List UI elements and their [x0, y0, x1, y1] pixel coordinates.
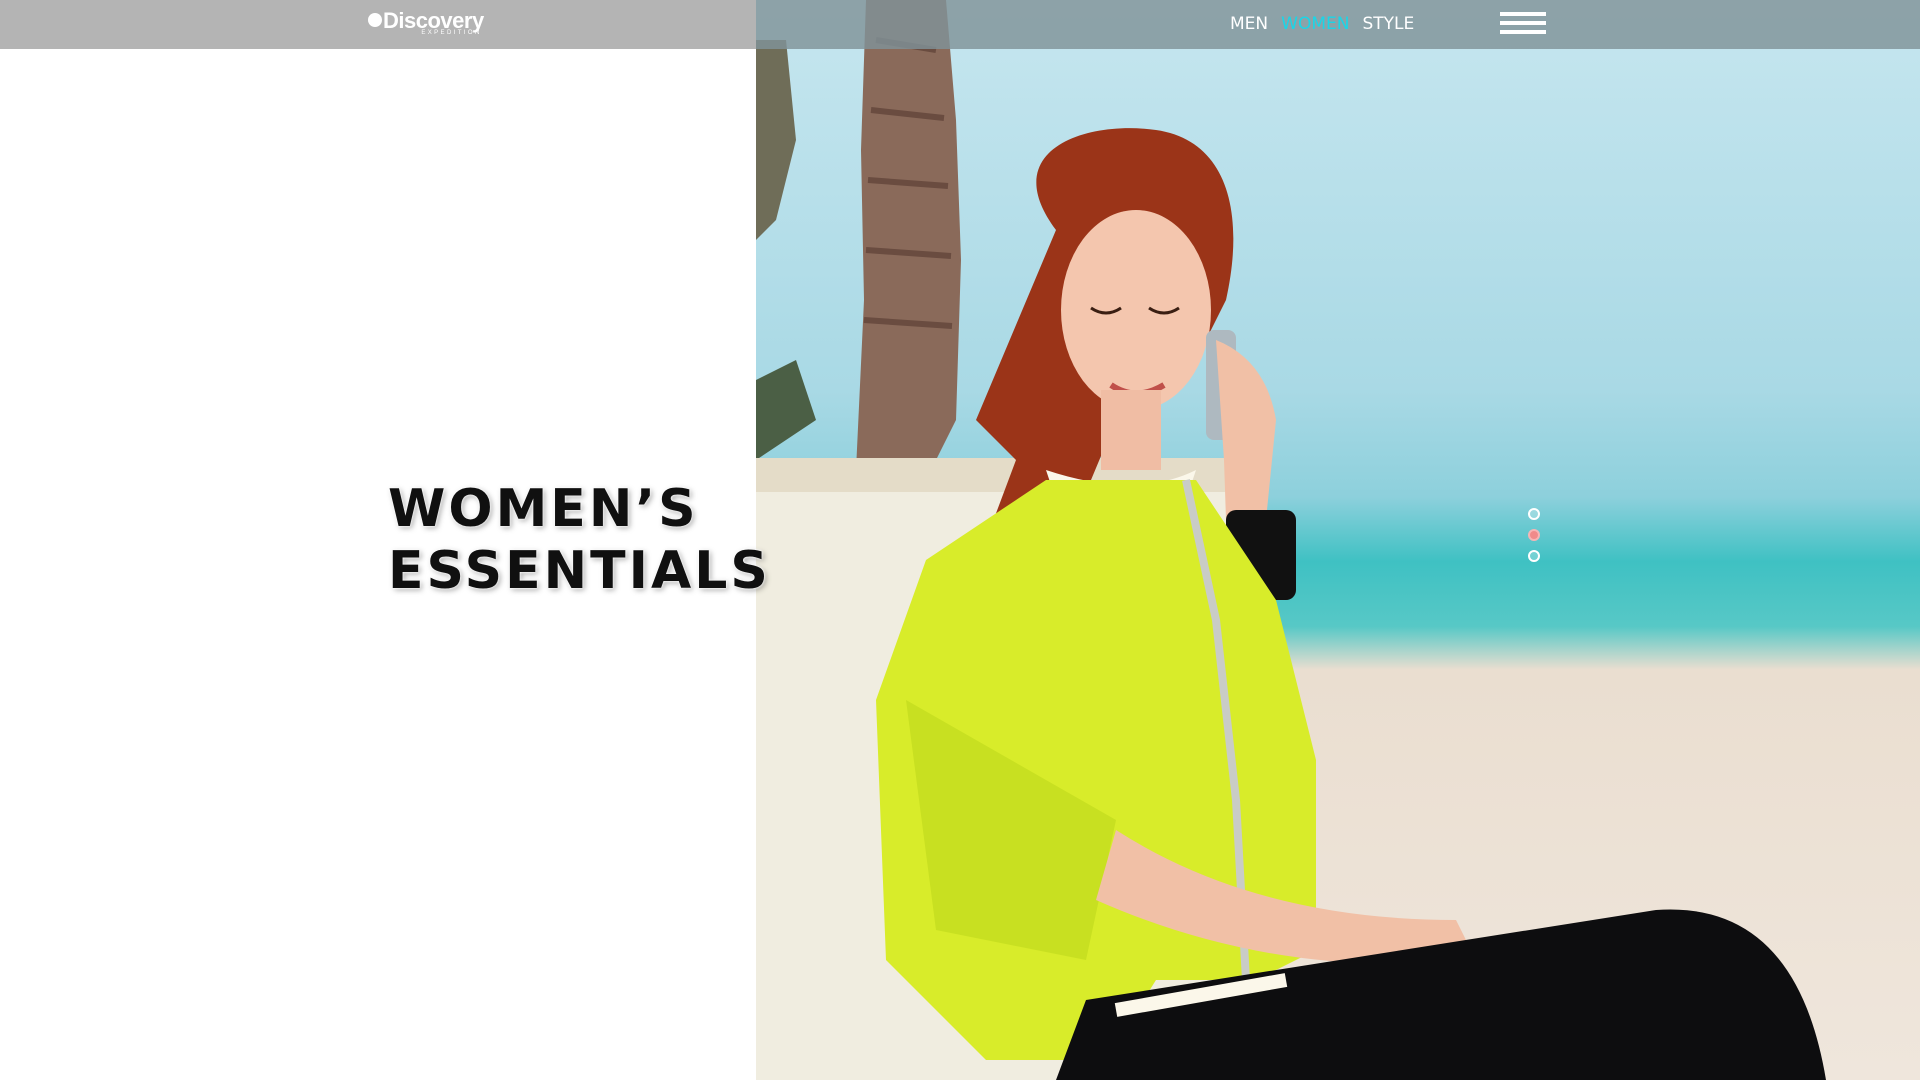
slider-dot-2[interactable]: [1528, 529, 1540, 541]
slider-dot-3[interactable]: [1528, 550, 1540, 562]
logo-globe-icon: [368, 13, 382, 27]
headline-line-2: ESSENTIALS: [388, 541, 771, 601]
neck: [1101, 390, 1161, 470]
hamburger-icon[interactable]: [1500, 12, 1546, 38]
nav-item-women[interactable]: WOMEN: [1281, 13, 1349, 35]
slider-dot-1[interactable]: [1528, 508, 1540, 520]
headline-line-1: WOMEN’S: [388, 479, 699, 539]
main-nav: MEN WOMEN STYLE: [1230, 13, 1414, 35]
logo-text: Discovery: [383, 8, 484, 33]
palm-trunk: [856, 0, 961, 480]
hero-photo: [756, 0, 1920, 1080]
hero-illustration: [756, 0, 1826, 1080]
foliage: [756, 360, 816, 460]
nav-item-style[interactable]: STYLE: [1362, 13, 1414, 35]
nav-item-men[interactable]: MEN: [1230, 13, 1268, 35]
page-headline: WOMEN’S ESSENTIALS: [388, 478, 771, 602]
foliage: [756, 40, 796, 240]
slider-pagination: [1528, 508, 1540, 571]
top-navigation-bar: Discovery EXPEDITION MEN WOMEN STYLE: [0, 0, 1920, 49]
brand-logo[interactable]: Discovery EXPEDITION: [368, 10, 484, 36]
face: [1061, 210, 1211, 410]
